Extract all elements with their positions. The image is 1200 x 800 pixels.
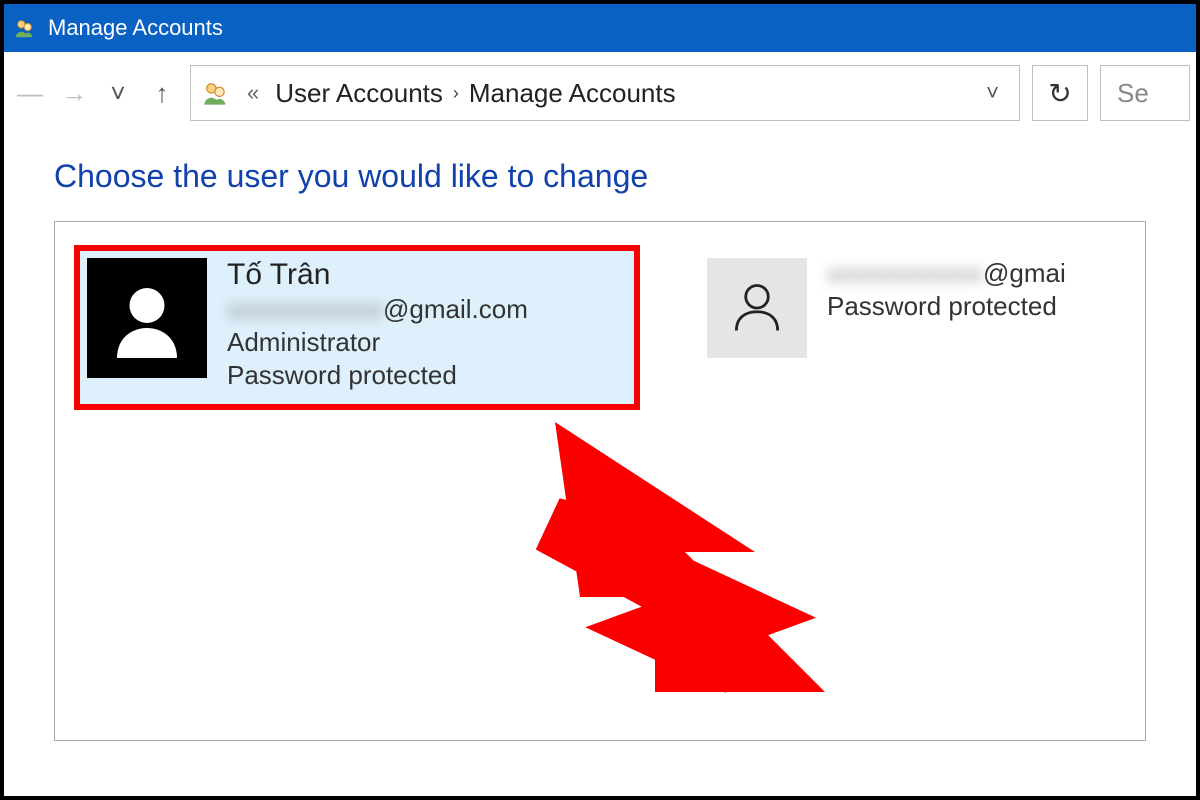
nav-forward-button[interactable]: → xyxy=(54,63,94,123)
content-area: Choose the user you would like to change… xyxy=(4,134,1196,741)
page-heading: Choose the user you would like to change xyxy=(54,158,1146,195)
email-suffix: @gmai xyxy=(983,258,1066,288)
refresh-icon: ↻ xyxy=(1048,77,1071,110)
user-email: xxxxxxxxxxxx@gmail.com xyxy=(227,294,528,325)
window-title: Manage Accounts xyxy=(48,15,223,41)
nav-recent-dropdown[interactable]: ˅ xyxy=(98,63,138,123)
user-status: Password protected xyxy=(827,291,1066,322)
nav-toolbar: — → ˅ ↑ « User Accounts › Manage Account… xyxy=(4,52,1196,134)
user-card[interactable]: xxxxxxxxxxxx@gmai Password protected xyxy=(697,248,1082,374)
chevron-right-icon[interactable]: › xyxy=(453,83,459,104)
nav-up-button[interactable]: ↑ xyxy=(142,63,182,123)
user-info: xxxxxxxxxxxx@gmai Password protected xyxy=(827,258,1066,358)
annotation-arrow-icon xyxy=(525,402,825,702)
address-dropdown-icon[interactable]: ˅ xyxy=(976,80,1009,106)
user-email: xxxxxxxxxxxx@gmai xyxy=(827,258,1066,289)
avatar xyxy=(707,258,807,358)
address-bar[interactable]: « User Accounts › Manage Accounts ˅ xyxy=(190,65,1020,121)
refresh-button[interactable]: ↻ xyxy=(1032,65,1088,121)
user-status: Password protected xyxy=(227,360,528,391)
annotation-arrow-icon xyxy=(525,402,825,702)
breadcrumb-root[interactable]: User Accounts xyxy=(275,78,443,109)
email-suffix: @gmail.com xyxy=(383,294,528,324)
titlebar: Manage Accounts xyxy=(4,4,1196,52)
email-redacted-part: xxxxxxxxxxxx xyxy=(827,258,983,289)
search-placeholder: Se xyxy=(1117,78,1149,109)
accounts-app-icon xyxy=(14,17,36,39)
users-panel: Tố Trân xxxxxxxxxxxx@gmail.com Administr… xyxy=(54,221,1146,741)
user-card-selected[interactable]: Tố Trân xxxxxxxxxxxx@gmail.com Administr… xyxy=(77,248,637,407)
user-role: Administrator xyxy=(227,327,528,358)
email-redacted-part: xxxxxxxxxxxx xyxy=(227,294,383,325)
user-info: Tố Trân xxxxxxxxxxxx@gmail.com Administr… xyxy=(227,258,528,391)
user-name: Tố Trân xyxy=(227,258,528,292)
nav-back-button[interactable]: — xyxy=(10,63,50,123)
avatar xyxy=(87,258,207,378)
search-input[interactable]: Se xyxy=(1100,65,1190,121)
breadcrumb-current[interactable]: Manage Accounts xyxy=(469,78,676,109)
breadcrumb-overflow[interactable]: « xyxy=(247,80,259,106)
accounts-path-icon xyxy=(201,78,231,108)
